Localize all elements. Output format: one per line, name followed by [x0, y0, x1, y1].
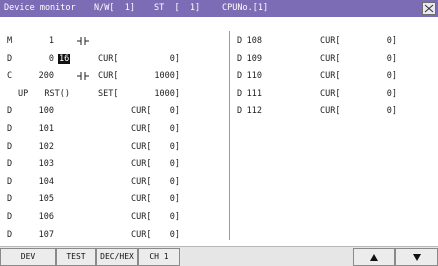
current-value: 1000]	[154, 88, 180, 99]
device-number: 105	[38, 194, 54, 205]
current-label: CUR[	[320, 88, 341, 99]
current-label: CUR[	[98, 53, 119, 64]
ladder-contact-icon	[77, 37, 89, 45]
cpu-indicator: CPUNo.[1]	[222, 3, 269, 13]
current-value: 0]	[169, 53, 180, 64]
dev-button[interactable]: DEV	[0, 248, 56, 266]
device-number: 109	[246, 53, 262, 64]
window-title: Device monitor	[4, 3, 76, 13]
device-name: D	[7, 141, 13, 152]
current-value: 0]	[386, 71, 397, 82]
ladder-contact-icon	[77, 71, 89, 84]
device-number: 100	[38, 106, 54, 117]
current-value: 0]	[169, 212, 180, 222]
scroll-down-button[interactable]	[395, 248, 438, 266]
device-name: D	[7, 229, 13, 240]
channel-button[interactable]: CH 1	[138, 248, 180, 266]
device-number: 1	[48, 36, 54, 46]
device-number: 0	[48, 53, 54, 64]
device-number: 110	[246, 71, 262, 82]
title-bar: Device monitor N/W[ 1] ST [ 1] CPUNo.[1]	[0, 0, 438, 17]
current-value: 0]	[169, 124, 180, 134]
bottom-toolbar: DEV TEST DEC/HEX CH 1	[0, 246, 438, 266]
up-triangle-icon	[370, 254, 378, 261]
device-number: 103	[38, 159, 54, 170]
close-x-icon	[424, 4, 434, 13]
current-value: 0]	[386, 36, 397, 46]
network-indicator: N/W[ 1]	[94, 3, 135, 13]
current-value: 0]	[169, 159, 180, 170]
device-name: D	[7, 106, 13, 117]
device-number: RST()	[44, 88, 70, 99]
ladder-contact-icon	[77, 36, 89, 49]
current-value: 0]	[169, 229, 180, 240]
scroll-up-button[interactable]	[353, 248, 395, 266]
device-number: 111	[246, 88, 262, 99]
current-value: 0]	[169, 194, 180, 205]
device-name: C	[7, 71, 13, 82]
close-button[interactable]	[422, 2, 436, 15]
device-number: 102	[38, 141, 54, 152]
device-number: 104	[38, 176, 54, 187]
down-triangle-icon	[412, 254, 421, 261]
current-label: CUR[	[320, 36, 341, 46]
current-value: 0]	[169, 106, 180, 117]
device-number: 101	[38, 124, 54, 134]
test-button[interactable]: TEST	[56, 248, 96, 266]
current-value: 1000]	[154, 71, 180, 82]
device-name: D	[7, 53, 13, 64]
current-label: CUR[	[320, 53, 341, 64]
format-badge: 16	[58, 53, 71, 64]
device-number: 107	[38, 229, 54, 240]
current-label: SET[	[98, 88, 119, 99]
device-name: D	[7, 194, 13, 205]
ladder-contact-icon	[77, 72, 89, 81]
current-label: CUR[	[98, 71, 119, 82]
device-number: 106	[38, 212, 54, 222]
current-label: CUR[	[320, 71, 341, 82]
device-name: D	[7, 176, 13, 187]
current-value: 0]	[169, 176, 180, 187]
device-name: UP	[18, 88, 29, 99]
device-name: D	[7, 124, 13, 134]
device-number: 200	[38, 71, 54, 82]
current-label: CUR[	[320, 106, 341, 117]
device-number: 108	[246, 36, 262, 46]
current-value: 0]	[169, 141, 180, 152]
current-value: 0]	[386, 106, 397, 117]
device-name: D	[7, 159, 13, 170]
device-name: D	[7, 212, 13, 222]
device-name: M	[7, 36, 13, 46]
current-value: 0]	[386, 53, 397, 64]
station-indicator: ST [ 1]	[154, 3, 201, 13]
dec-hex-button[interactable]: DEC/HEX	[96, 248, 138, 266]
current-value: 0]	[386, 88, 397, 99]
device-number: 112	[246, 106, 262, 117]
